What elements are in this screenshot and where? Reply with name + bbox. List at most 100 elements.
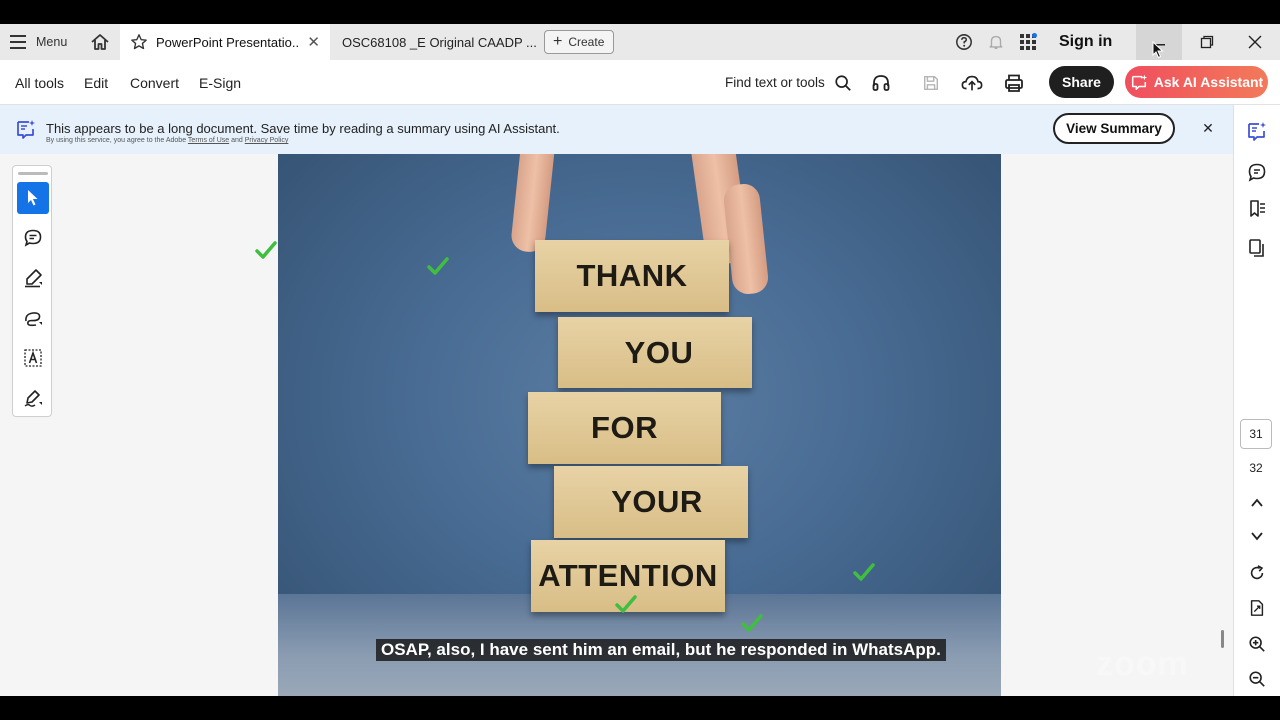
comment-tool-button[interactable] [17,222,49,254]
sign-tool-button[interactable] [17,382,49,414]
ai-assistant-icon [1131,74,1147,90]
convert-menu[interactable]: Convert [130,60,179,105]
restore-window-button[interactable] [1184,24,1230,60]
headphones-icon [872,75,890,91]
ai-assistant-panel-button[interactable] [1245,119,1269,143]
fill-sign-icon [24,390,42,407]
zoom-out-icon [1249,671,1265,687]
right-side-rail [1233,105,1280,696]
home-icon [91,34,109,50]
view-summary-button[interactable]: View Summary [1053,113,1175,144]
quick-tools-palette [12,165,52,417]
banner-legal-text: By using this service, you agree to the … [46,137,289,144]
close-window-button[interactable] [1232,24,1278,60]
close-icon [1248,35,1262,49]
check-mark-icon [741,614,763,632]
comment-icon [1248,163,1266,182]
hamburger-icon [10,35,26,49]
close-banner-button[interactable]: ✕ [1200,119,1216,137]
all-tools-menu[interactable]: All tools [15,60,64,105]
upload-button[interactable] [959,70,985,96]
tab-title: PowerPoint Presentatio... [156,34,300,50]
help-icon [956,34,972,50]
save-icon [923,75,939,91]
comments-panel-button[interactable] [1245,160,1269,184]
slide-image: THANK YOU FOR YOUR ATTENTION [278,154,1001,696]
find-text-button[interactable]: Find text or tools [725,60,852,105]
mouse-cursor-icon [1152,41,1164,59]
vertical-scrollbar-thumb[interactable] [1221,630,1224,648]
plus-icon: + [553,33,563,50]
ai-summary-icon [17,120,35,139]
next-page-button[interactable] [1245,524,1269,548]
read-aloud-button[interactable] [868,70,894,96]
chevron-down-icon [1251,532,1263,541]
check-mark-icon [615,595,637,613]
rotate-icon [1250,565,1264,580]
text-box-icon [24,349,42,367]
text-box-tool-button[interactable] [17,342,49,374]
tab-osc68108[interactable]: OSC68108 _E Original CAADP ... [332,24,537,60]
finger-right-2 [722,182,770,296]
tab-title: OSC68108 _E Original CAADP ... [342,34,537,50]
find-label: Find text or tools [725,75,825,90]
palette-drag-handle[interactable] [18,172,48,175]
print-icon [1005,74,1023,92]
bookmarks-panel-button[interactable] [1245,197,1269,221]
cloud-upload-icon [961,75,983,91]
highlighter-icon [25,269,42,288]
print-button[interactable] [1001,70,1027,96]
check-mark-icon [427,257,449,275]
zoom-watermark: zoom [1096,645,1189,683]
bottom-black-bar [0,696,1280,720]
star-icon[interactable] [130,33,148,51]
tab-powerpoint-presentation[interactable]: PowerPoint Presentatio... ✕ [120,24,330,60]
close-tab-icon[interactable]: ✕ [307,33,320,51]
cursor-arrow-icon [28,190,38,206]
previous-page-button[interactable] [1245,491,1269,515]
terms-of-use-link[interactable]: Terms of Use [188,137,229,144]
tab-bar: Menu PowerPoint Presentatio... ✕ OSC6810… [0,24,1280,60]
privacy-policy-link[interactable]: Privacy Policy [245,137,289,144]
help-button[interactable] [952,24,976,60]
create-button[interactable]: + Create [544,30,614,54]
edit-menu[interactable]: Edit [84,60,108,105]
block-thank: THANK [535,240,729,312]
top-black-bar [0,0,1280,24]
save-button[interactable] [918,70,944,96]
page-tools-button[interactable] [1245,596,1269,620]
draw-tool-button[interactable] [17,302,49,334]
zoom-out-button[interactable] [1245,667,1269,691]
block-your: YOUR [554,466,748,538]
notifications-button[interactable] [984,24,1008,60]
menu-button[interactable]: Menu [10,24,67,60]
esign-menu[interactable]: E-Sign [199,60,241,105]
current-page-input[interactable]: 31 [1240,419,1272,449]
create-label: Create [568,35,605,49]
block-you: YOU [558,317,752,388]
check-mark-icon [853,563,875,581]
comment-icon [24,229,42,247]
apps-grid-icon [1020,33,1037,50]
minimize-window-button[interactable] [1136,24,1182,60]
total-pages-label: 32 [1249,461,1263,475]
rotate-button[interactable] [1245,561,1269,585]
zoom-in-icon [1249,636,1265,652]
block-for: FOR [528,392,721,464]
restore-icon [1200,35,1214,49]
apps-button[interactable] [1016,24,1040,60]
finger-left [509,154,557,254]
page-fit-icon [1250,600,1264,616]
ask-ai-label: Ask AI Assistant [1153,74,1264,90]
zoom-in-button[interactable] [1245,632,1269,656]
highlight-tool-button[interactable] [17,262,49,294]
menu-label: Menu [36,35,68,49]
home-button[interactable] [86,24,114,60]
share-button[interactable]: Share [1049,66,1114,98]
check-mark-icon [255,241,277,259]
sign-in-button[interactable]: Sign in [1059,24,1112,60]
freehand-draw-icon [25,312,42,327]
select-tool-button[interactable] [17,182,49,214]
pages-panel-button[interactable] [1245,236,1269,260]
ask-ai-assistant-button[interactable]: Ask AI Assistant [1125,66,1268,98]
